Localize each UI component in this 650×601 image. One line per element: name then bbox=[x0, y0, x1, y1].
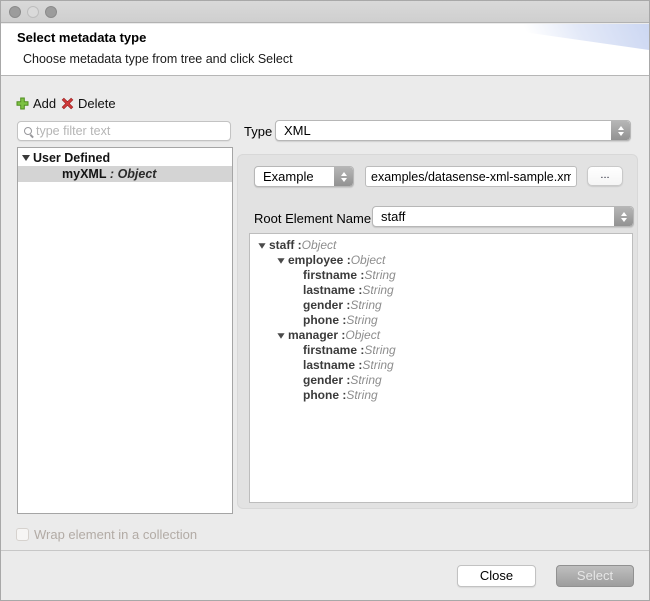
add-button-label: Add bbox=[33, 96, 56, 111]
wrap-collection-checkbox[interactable] bbox=[16, 528, 29, 541]
select-metadata-type-dialog: Select metadata type Choose metadata typ… bbox=[0, 0, 650, 601]
dropdown-stepper-icon bbox=[334, 167, 353, 186]
node-name: firstname : bbox=[303, 343, 364, 358]
schema-node-lastname[interactable]: lastname : String bbox=[250, 358, 632, 373]
node-label: User Defined bbox=[33, 150, 110, 166]
source-path-input[interactable] bbox=[366, 167, 576, 186]
filter-input[interactable] bbox=[36, 124, 226, 138]
node-name: gender : bbox=[303, 298, 350, 313]
root-element-dropdown[interactable]: staff bbox=[372, 206, 634, 227]
node-name: myXML bbox=[62, 166, 106, 182]
filter-field bbox=[17, 121, 231, 141]
type-dropdown-value: XML bbox=[276, 121, 611, 140]
source-type-value: Example bbox=[255, 167, 334, 186]
node-name: staff : bbox=[269, 238, 302, 253]
root-element-value: staff bbox=[373, 207, 614, 226]
delete-x-icon bbox=[61, 97, 74, 110]
schema-node-phone[interactable]: phone : String bbox=[250, 313, 632, 328]
schema-node-firstname[interactable]: firstname : String bbox=[250, 343, 632, 358]
disclosure-triangle-icon[interactable] bbox=[258, 243, 265, 248]
browse-button[interactable]: ... bbox=[587, 166, 623, 186]
schema-node-employee[interactable]: employee : Object bbox=[250, 253, 632, 268]
titlebar bbox=[1, 1, 649, 23]
tree-node-myxml-selected[interactable]: myXML : Object bbox=[18, 166, 232, 182]
wrap-collection-label: Wrap element in a collection bbox=[34, 527, 197, 542]
node-type: String bbox=[350, 298, 381, 313]
node-name: phone : bbox=[303, 388, 346, 403]
window-minimize-button[interactable] bbox=[27, 6, 39, 18]
node-name: manager : bbox=[288, 328, 345, 343]
metadata-type-tree: User Defined myXML : Object bbox=[17, 147, 233, 514]
node-type: String bbox=[362, 283, 393, 298]
node-type: Object bbox=[302, 238, 337, 253]
node-name: gender : bbox=[303, 373, 350, 388]
window-zoom-button[interactable] bbox=[45, 6, 57, 18]
node-name: employee : bbox=[288, 253, 351, 268]
header-gradient-decoration bbox=[499, 24, 649, 50]
root-element-label: Root Element Name bbox=[254, 211, 371, 226]
node-name: lastname : bbox=[303, 283, 362, 298]
page-subtitle: Choose metadata type from tree and click… bbox=[23, 52, 293, 66]
node-type: Object bbox=[351, 253, 386, 268]
schema-node-firstname[interactable]: firstname : String bbox=[250, 268, 632, 283]
tree-node-user-defined[interactable]: User Defined bbox=[18, 150, 232, 166]
disclosure-triangle-icon[interactable] bbox=[277, 333, 284, 338]
node-type: String bbox=[346, 388, 377, 403]
dropdown-stepper-icon bbox=[611, 121, 630, 140]
source-type-dropdown[interactable]: Example bbox=[254, 166, 354, 187]
disclosure-triangle-icon[interactable] bbox=[277, 258, 284, 263]
node-separator: : bbox=[106, 166, 117, 182]
node-type: String bbox=[346, 313, 377, 328]
node-type: String bbox=[364, 343, 395, 358]
delete-button-label: Delete bbox=[78, 96, 116, 111]
dialog-header: Select metadata type Choose metadata typ… bbox=[1, 24, 649, 76]
schema-node-lastname[interactable]: lastname : String bbox=[250, 283, 632, 298]
node-name: phone : bbox=[303, 313, 346, 328]
source-path-field bbox=[365, 166, 577, 187]
type-label: Type bbox=[244, 124, 272, 139]
footer-divider bbox=[1, 550, 649, 551]
window-close-button[interactable] bbox=[9, 6, 21, 18]
node-name: firstname : bbox=[303, 268, 364, 283]
add-plus-icon bbox=[16, 97, 29, 110]
type-dropdown[interactable]: XML bbox=[275, 120, 631, 141]
schema-node-staff[interactable]: staff : Object bbox=[250, 238, 632, 253]
node-name: lastname : bbox=[303, 358, 362, 373]
wrap-collection-row: Wrap element in a collection bbox=[16, 527, 197, 542]
close-button[interactable]: Close bbox=[457, 565, 536, 587]
select-button[interactable]: Select bbox=[556, 565, 634, 587]
node-type: Object bbox=[118, 166, 157, 182]
schema-node-phone[interactable]: phone : String bbox=[250, 388, 632, 403]
node-type: Object bbox=[345, 328, 380, 343]
node-type: String bbox=[362, 358, 393, 373]
node-type: String bbox=[350, 373, 381, 388]
node-type: String bbox=[364, 268, 395, 283]
schema-node-gender[interactable]: gender : String bbox=[250, 373, 632, 388]
schema-node-manager[interactable]: manager : Object bbox=[250, 328, 632, 343]
disclosure-triangle-icon[interactable] bbox=[22, 155, 30, 161]
dropdown-stepper-icon bbox=[614, 207, 633, 226]
delete-button[interactable]: Delete bbox=[61, 95, 116, 111]
page-title: Select metadata type bbox=[17, 30, 146, 45]
xml-config-panel: Example ... Root Element Name staff staf… bbox=[237, 154, 638, 509]
schema-tree: staff : Objectemployee : Objectfirstname… bbox=[249, 233, 633, 503]
add-button[interactable]: Add bbox=[16, 95, 56, 111]
schema-node-gender[interactable]: gender : String bbox=[250, 298, 632, 313]
search-icon bbox=[24, 127, 32, 135]
